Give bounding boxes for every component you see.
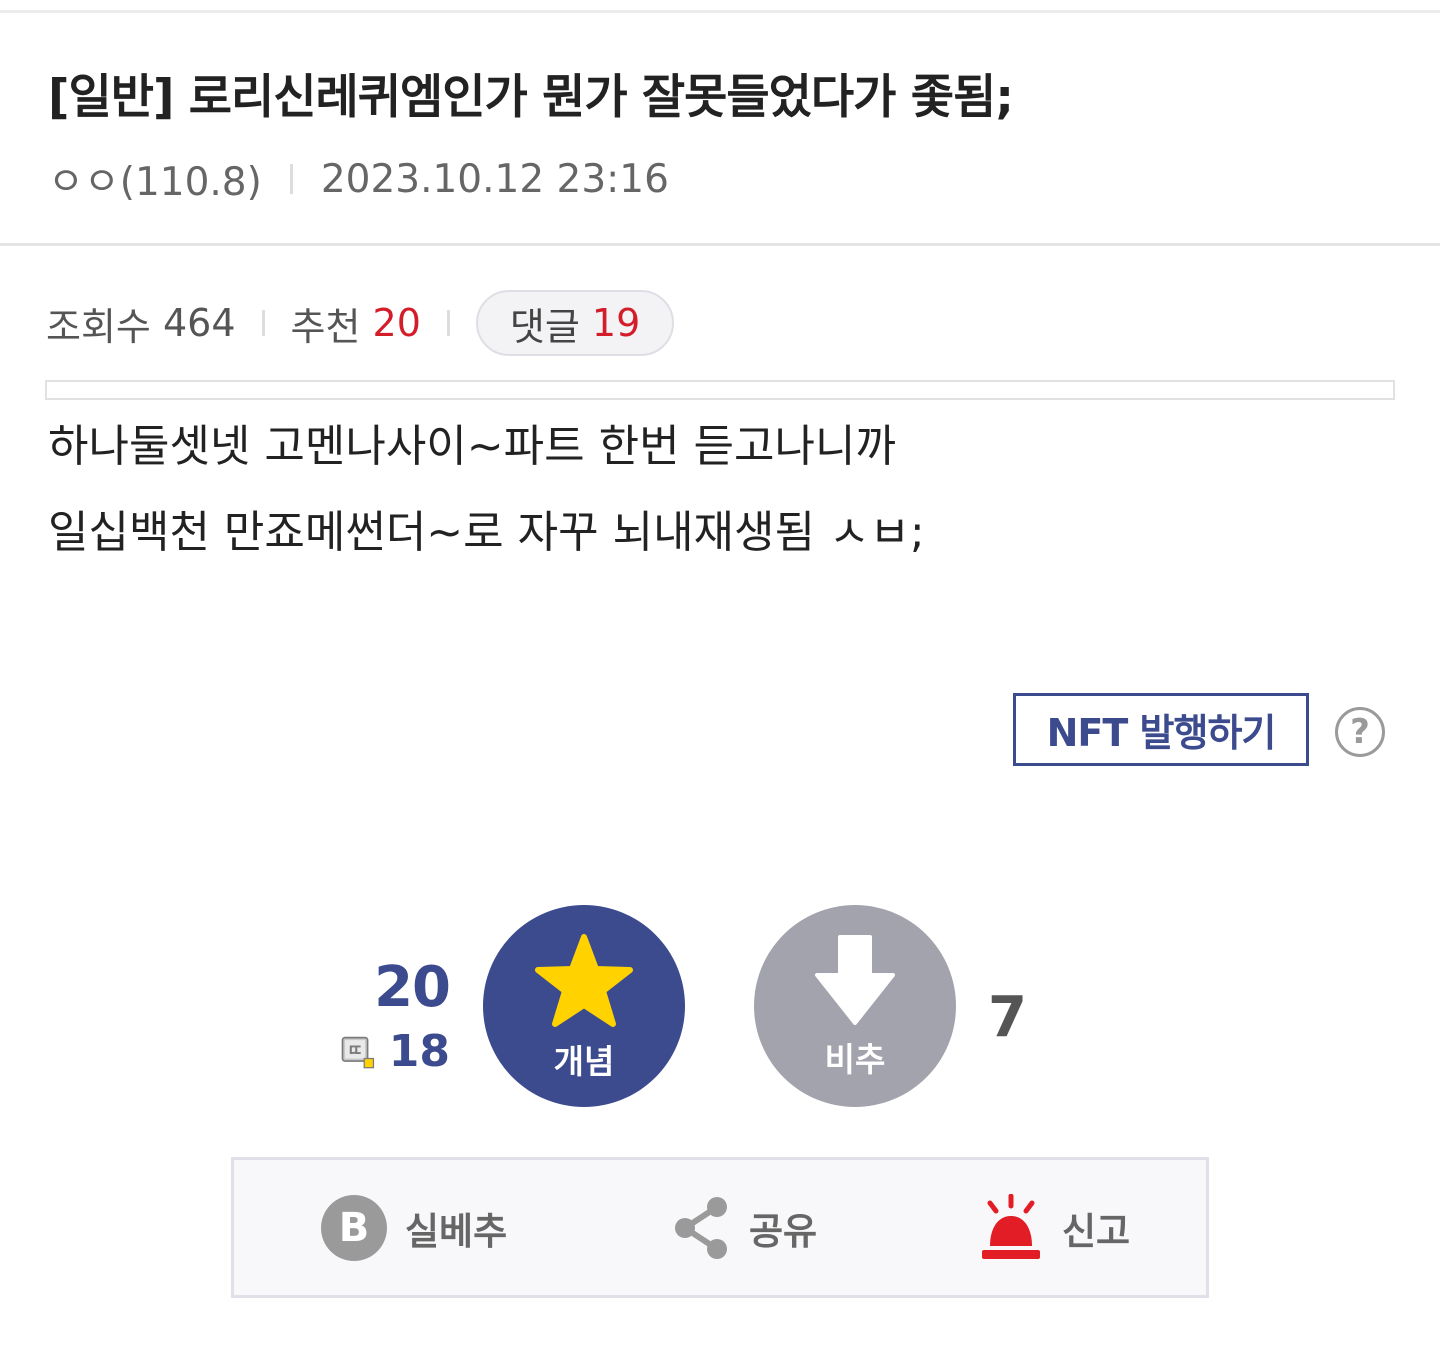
post-meta: ㅇㅇ(110.8) 2023.10.12 23:16 bbox=[48, 151, 669, 207]
upvote-button[interactable]: 개념 bbox=[483, 905, 685, 1107]
downvote-label: 비추 bbox=[824, 1040, 886, 1079]
top-divider bbox=[0, 10, 1440, 13]
stats-divider bbox=[446, 310, 450, 336]
post-stats: 조회수 464 추천 20 댓글 19 bbox=[46, 290, 675, 356]
post-title: [일반] 로리신레퀴엠인가 뭔가 잘못들었다가 좇됨; bbox=[48, 70, 1014, 125]
meta-divider bbox=[289, 164, 293, 194]
views-count: 464 bbox=[162, 301, 236, 345]
report-label: 신고 bbox=[1062, 1210, 1131, 1253]
post-action-bar: B 실베추 공유 신고 bbox=[231, 1157, 1209, 1298]
fixed-upvote-number: 18 bbox=[388, 1025, 450, 1077]
comments-count: 19 bbox=[591, 301, 641, 345]
author-name[interactable]: ㅇㅇ(110.8) bbox=[48, 151, 262, 207]
svg-text:ㄸ: ㄸ bbox=[348, 1040, 363, 1060]
header-divider bbox=[0, 243, 1440, 246]
upvote-count: 20 bbox=[374, 955, 451, 1020]
comments-button[interactable]: 댓글 19 bbox=[475, 290, 675, 356]
realbest-b-icon: B bbox=[321, 1195, 387, 1261]
downvote-button[interactable]: 비추 bbox=[754, 905, 956, 1107]
views-label: 조회수 bbox=[46, 304, 151, 349]
realbest-recommend-button[interactable]: B 실베추 bbox=[321, 1193, 507, 1263]
comments-label: 댓글 bbox=[509, 304, 580, 349]
question-icon[interactable]: ? bbox=[1335, 707, 1385, 757]
nft-mint-button[interactable]: NFT 발행하기 bbox=[1013, 693, 1309, 766]
share-button[interactable]: 공유 bbox=[671, 1193, 817, 1263]
recommend-count: 20 bbox=[372, 301, 421, 345]
fixed-user-icon: ㄸ bbox=[341, 1036, 375, 1069]
upvote-label: 개념 bbox=[553, 1042, 615, 1081]
star-icon bbox=[535, 934, 633, 1027]
body-line: 일십백천 만죠메썬더~로 자꾸 뇌내재생됨 ㅅㅂ; bbox=[48, 507, 925, 558]
share-icon bbox=[675, 1197, 727, 1259]
share-label: 공유 bbox=[749, 1210, 818, 1253]
recommend-label: 추천 bbox=[290, 304, 361, 349]
realbest-label: 실베추 bbox=[405, 1210, 508, 1253]
fixed-upvote-count: ㄸ 18 bbox=[340, 1024, 450, 1078]
body-line: 하나둘셋넷 고멘나사이~파트 한번 듣고나니까 bbox=[48, 421, 896, 472]
post-datetime: 2023.10.12 23:16 bbox=[320, 156, 669, 202]
downvote-count: 7 bbox=[988, 985, 1027, 1050]
down-arrow-icon bbox=[815, 935, 895, 1025]
siren-icon bbox=[982, 1194, 1040, 1259]
post-body: 하나둘셋넷 고멘나사이~파트 한번 듣고나니까 일십백천 만죠메썬더~로 자꾸 … bbox=[48, 418, 925, 590]
content-top-border bbox=[45, 380, 1395, 400]
report-button[interactable]: 신고 bbox=[978, 1193, 1130, 1263]
stats-divider bbox=[261, 310, 265, 336]
